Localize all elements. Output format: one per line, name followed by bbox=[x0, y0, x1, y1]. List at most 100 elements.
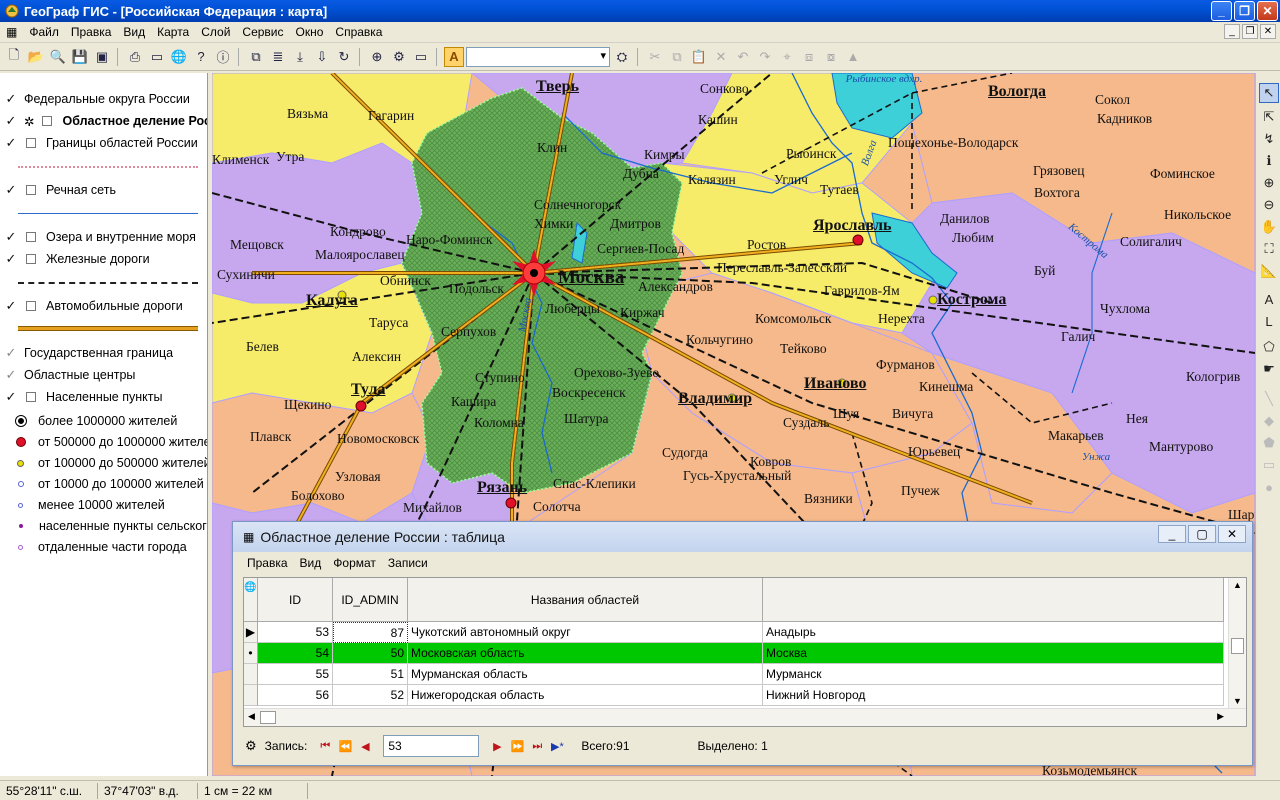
mdi-minimize-button[interactable]: _ bbox=[1224, 24, 1240, 39]
group-icon[interactable]: ⧈ bbox=[799, 47, 819, 67]
cell-id-admin[interactable]: 51 bbox=[333, 664, 408, 685]
measure-icon[interactable]: 📐 bbox=[1259, 261, 1279, 281]
scroll-left-icon[interactable]: ◀ bbox=[248, 711, 255, 722]
hand-tool-icon[interactable]: ☛ bbox=[1259, 359, 1279, 379]
cell-center[interactable]: Москва bbox=[763, 643, 1224, 664]
prev-page-icon[interactable]: ⏪ bbox=[335, 736, 355, 756]
crosshair-icon[interactable]: ⊕ bbox=[367, 47, 387, 67]
next-page-icon[interactable]: ⏩ bbox=[507, 736, 527, 756]
table-row[interactable]: ▶ 53 87 Чукотский автономный округ Анады… bbox=[244, 622, 1224, 643]
layers-icon[interactable]: ⧉ bbox=[246, 47, 266, 67]
column-header[interactable]: Названия областей bbox=[408, 578, 763, 622]
node-tool-icon[interactable]: ◆ bbox=[1259, 411, 1279, 431]
layer-tools-icon[interactable]: ⛭ bbox=[612, 47, 632, 67]
table-row[interactable]: • 54 50 Московская область Москва bbox=[244, 643, 1224, 664]
check-icon[interactable]: ✓ bbox=[4, 91, 18, 107]
cell-name[interactable]: Чукотский автономный округ bbox=[408, 622, 763, 643]
layer-checkbox[interactable] bbox=[26, 301, 36, 311]
next-record-icon[interactable]: ▶ bbox=[487, 736, 507, 756]
label-tool-icon[interactable]: L bbox=[1259, 311, 1279, 331]
layer-checkbox[interactable] bbox=[26, 392, 36, 402]
cell-name[interactable]: Московская область bbox=[408, 643, 763, 664]
cell-id[interactable]: 55 bbox=[258, 664, 333, 685]
ungroup-icon[interactable]: ⧇ bbox=[821, 47, 841, 67]
legend-layer-regions[interactable]: ✓ ✲ Областное деление России bbox=[0, 111, 207, 131]
export-icon[interactable]: ⇩ bbox=[312, 47, 332, 67]
redo-icon[interactable]: ↷ bbox=[755, 47, 775, 67]
menu-file[interactable]: Файл bbox=[23, 25, 65, 39]
navigator-icon[interactable]: ⚙ bbox=[245, 738, 257, 754]
mdi-restore-button[interactable]: ❐ bbox=[1242, 24, 1258, 39]
legend-layer-settlements[interactable]: ✓ Населенные пункты bbox=[0, 387, 163, 407]
cell-id[interactable]: 56 bbox=[258, 685, 333, 706]
menu-layer[interactable]: Слой bbox=[195, 25, 236, 39]
legend-layer-lakes[interactable]: ✓ Озера и внутренние моря bbox=[0, 227, 196, 247]
check-icon[interactable]: ✓ bbox=[4, 229, 18, 245]
font-icon[interactable]: A bbox=[444, 46, 464, 67]
delete-icon[interactable]: ✕ bbox=[711, 47, 731, 67]
mdi-close-button[interactable]: ✕ bbox=[1260, 24, 1276, 39]
layer-checkbox[interactable] bbox=[26, 185, 36, 195]
menu-doc-icon[interactable]: ▦ bbox=[0, 25, 23, 39]
layer-checkbox[interactable] bbox=[26, 138, 36, 148]
properties-icon[interactable]: ⚙ bbox=[389, 47, 409, 67]
layer-checkbox[interactable] bbox=[26, 254, 36, 264]
close-button[interactable]: ✕ bbox=[1257, 1, 1278, 21]
column-header[interactable]: ID bbox=[258, 578, 333, 622]
grid-vertical-scrollbar[interactable]: ▲ ▼ bbox=[1228, 578, 1246, 708]
zoom-extent-icon[interactable]: ⛶ bbox=[1259, 239, 1279, 259]
table-row[interactable]: 56 52 Нижегородская область Нижний Новго… bbox=[244, 685, 1224, 706]
import-icon[interactable]: ⤓ bbox=[290, 47, 310, 67]
context-help-icon[interactable]: ? bbox=[191, 47, 211, 67]
select-icon[interactable]: ⇱ bbox=[1259, 107, 1279, 127]
scroll-thumb[interactable] bbox=[1231, 638, 1244, 654]
last-record-icon[interactable]: ⏭ bbox=[527, 736, 547, 756]
legend-layer-region-centers[interactable]: ✓ Областные центры bbox=[0, 365, 136, 385]
cell-id-admin[interactable]: 50 bbox=[333, 643, 408, 664]
table-minimize-button[interactable]: _ bbox=[1158, 525, 1186, 543]
help-icon[interactable]: ⓘ bbox=[213, 47, 233, 67]
cell-name[interactable]: Нижегородская область bbox=[408, 685, 763, 706]
print-icon[interactable]: ⎙ bbox=[125, 47, 145, 67]
row-indicator[interactable] bbox=[244, 664, 258, 685]
pan-hand-icon[interactable]: ✋ bbox=[1259, 217, 1279, 237]
row-indicator[interactable]: ▶ bbox=[244, 622, 258, 643]
minimize-button[interactable]: _ bbox=[1211, 1, 1232, 21]
layer-checkbox[interactable] bbox=[42, 116, 53, 126]
polygon-tool-icon[interactable]: ⬠ bbox=[1259, 337, 1279, 357]
table-menu-records[interactable]: Записи bbox=[382, 556, 434, 570]
cell-id-admin[interactable]: 52 bbox=[333, 685, 408, 706]
scroll-up-icon[interactable]: ▲ bbox=[1233, 580, 1242, 590]
zoom-in-icon[interactable]: ⊕ bbox=[1259, 173, 1279, 193]
legend-layer-rivers[interactable]: ✓ Речная сеть bbox=[0, 180, 116, 200]
table-maximize-button[interactable]: ▢ bbox=[1188, 525, 1216, 543]
menu-map[interactable]: Карта bbox=[151, 25, 195, 39]
scroll-right-icon[interactable]: ▶ bbox=[1217, 711, 1224, 722]
globe-icon[interactable]: 🌐 bbox=[169, 47, 189, 67]
cell-center[interactable]: Мурманск bbox=[763, 664, 1224, 685]
check-icon[interactable]: ✓ bbox=[4, 182, 18, 198]
cell-center[interactable]: Нижний Новгород bbox=[763, 685, 1224, 706]
column-header[interactable]: ID_ADMIN bbox=[333, 578, 408, 622]
pointer-icon[interactable]: ↖ bbox=[1259, 83, 1279, 103]
grid-horizontal-scrollbar[interactable]: ◀ ▶ bbox=[244, 708, 1246, 726]
find-icon[interactable]: 🔍 bbox=[48, 47, 68, 67]
table-menu-view[interactable]: Вид bbox=[294, 556, 328, 570]
list-icon[interactable]: ≣ bbox=[268, 47, 288, 67]
save-all-icon[interactable]: ▣ bbox=[92, 47, 112, 67]
row-indicator[interactable] bbox=[244, 685, 258, 706]
restore-button[interactable]: ❐ bbox=[1234, 1, 1255, 21]
save-icon[interactable]: 💾 bbox=[70, 47, 90, 67]
undo-icon[interactable]: ↶ bbox=[733, 47, 753, 67]
table-menu-format[interactable]: Формат bbox=[327, 556, 382, 570]
refresh-icon[interactable]: ↻ bbox=[334, 47, 354, 67]
check-icon[interactable]: ✓ bbox=[4, 298, 18, 314]
column-header[interactable] bbox=[763, 578, 1224, 622]
legend-layer-federal-districts[interactable]: ✓ Федеральные округа России bbox=[0, 89, 190, 109]
shape-tool-icon[interactable]: ⬟ bbox=[1259, 433, 1279, 453]
table-window-titlebar[interactable]: ▦ Областное деление России : таблица _ ▢… bbox=[233, 522, 1252, 552]
cell-center[interactable]: Анадырь bbox=[763, 622, 1224, 643]
check-icon[interactable]: ✓ bbox=[4, 367, 18, 383]
legend-layer-railways[interactable]: ✓ Железные дороги bbox=[0, 249, 150, 269]
new-icon[interactable]: 🗋 bbox=[4, 47, 24, 67]
